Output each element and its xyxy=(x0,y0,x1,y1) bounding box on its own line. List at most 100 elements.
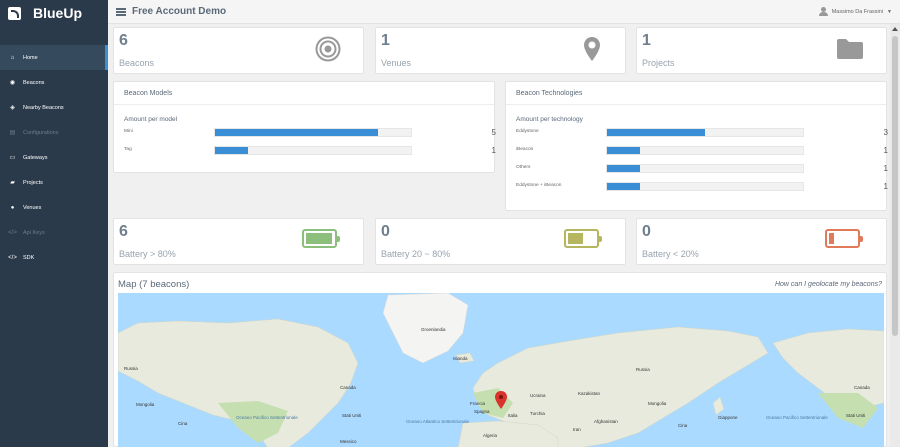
bar-fill xyxy=(215,129,379,136)
beacon-models-panel: Beacon Models Amount per model Mini 5 Tag 1 xyxy=(113,81,496,173)
bar-fill xyxy=(607,165,640,172)
beacon-models-title: Beacon Models xyxy=(124,90,173,97)
sidebar-item-label: Projects xyxy=(23,179,43,186)
sidebar-item-label: Api Keys xyxy=(23,229,45,236)
map-label-iceland: Islanda xyxy=(453,356,468,361)
beacons-stat-card[interactable]: 6 Beacons xyxy=(113,27,364,74)
map-label-canada-left: Canada xyxy=(340,385,356,390)
nearby-icon: ◈ xyxy=(10,105,15,111)
battery-high-label: Battery > 80% xyxy=(119,249,176,259)
sidebar-item-home[interactable]: ⌂ Home xyxy=(0,45,108,70)
bar-label: Eddystone + iBeacon xyxy=(516,183,562,188)
sidebar-item-gateways[interactable]: ▭ Gateways xyxy=(0,145,108,170)
config-icon: ▤ xyxy=(9,130,16,136)
map-label-kazakhstan: Kazakistan xyxy=(578,391,601,396)
map-label-russia-left: Russia xyxy=(124,366,138,371)
battery-full-icon xyxy=(302,229,340,248)
sdk-icon: </> xyxy=(8,254,17,261)
scroll-thumb[interactable] xyxy=(892,36,898,336)
brand-name: BlueUp xyxy=(33,5,82,21)
battery-low-card[interactable]: 0 Battery < 20% xyxy=(636,218,887,265)
sidebar-item-label: Home xyxy=(23,54,38,61)
world-map[interactable]: Groenlandia Islanda Canada Russia Mongol… xyxy=(118,293,884,447)
geolocate-help-link[interactable]: How can I geolocate my beacons? xyxy=(775,281,882,288)
beacons-label: Beacons xyxy=(119,58,155,68)
sidebar-item-label: Configurations xyxy=(23,129,59,136)
projects-stat-card[interactable]: 1 Projects xyxy=(636,27,887,74)
home-icon: ⌂ xyxy=(10,54,15,61)
map-label-japan: Giappone xyxy=(718,415,738,420)
bar-label: Tag xyxy=(124,147,132,152)
beacon-icon: ◉ xyxy=(9,80,16,86)
projects-count: 1 xyxy=(642,32,651,49)
bar-track xyxy=(606,146,804,155)
projects-label: Projects xyxy=(642,58,675,68)
bar-row: Eddystone 3 xyxy=(516,128,888,138)
battery-mid-label: Battery 20 ~ 80% xyxy=(381,249,451,259)
bar-fill xyxy=(607,147,640,154)
battery-low-label: Battery < 20% xyxy=(642,249,699,259)
battery-high-count: 6 xyxy=(119,223,128,240)
code-icon: </> xyxy=(8,229,17,236)
bar-track xyxy=(606,164,804,173)
bar-count: 3 xyxy=(883,128,888,137)
sidebar-item-configurations[interactable]: ▤ Configurations xyxy=(0,120,108,145)
sidebar-item-label: Gateways xyxy=(23,154,48,161)
bar-fill xyxy=(607,183,640,190)
map-panel: Map (7 beacons) How can I geolocate my b… xyxy=(113,272,887,447)
bar-track xyxy=(214,146,412,155)
battery-low-icon xyxy=(825,229,863,248)
beacon-technologies-panel: Beacon Technologies Amount per technolog… xyxy=(505,81,888,211)
sidebar-item-projects[interactable]: ▰ Projects xyxy=(0,170,108,195)
sidebar-item-sdk[interactable]: </> SDK xyxy=(0,245,108,270)
bar-fill xyxy=(215,147,248,154)
bar-count: 1 xyxy=(883,182,888,191)
map-label-canada-right: Canada xyxy=(854,385,870,390)
bar-row: iBeacon 1 xyxy=(516,146,888,156)
bar-label: Mini xyxy=(124,129,133,134)
sidebar-item-label: Beacons xyxy=(23,79,45,86)
map-label-algeria: Algeria xyxy=(483,433,498,438)
world-map-graphic: Groenlandia Islanda Canada Russia Mongol… xyxy=(118,293,884,447)
sidebar-item-venues[interactable]: ● Venues xyxy=(0,195,108,220)
map-label-pacific-left: Oceano Pacifico Settentrionale xyxy=(236,415,298,420)
map-label-iran: Iran xyxy=(573,427,581,432)
bar-label: iBeacon xyxy=(516,147,534,152)
sidebar-nav: ⌂ Home ◉ Beacons ◈ Nearby Beacons ▤ Configurati… xyxy=(0,45,108,270)
chevron-down-icon: ▼ xyxy=(887,8,892,15)
bar-track xyxy=(214,128,412,137)
bar-count: 1 xyxy=(883,164,888,173)
map-label-china: Cina xyxy=(178,421,188,426)
top-bar: Free Account Demo Massimo Da Frassini ▼ xyxy=(108,0,900,24)
map-label-atlantic: Oceano Atlantico Settentrionale xyxy=(406,419,470,424)
map-label-ukraine: Ucraina xyxy=(530,393,546,398)
battery-high-card[interactable]: 6 Battery > 80% xyxy=(113,218,364,265)
bar-row: Tag 1 xyxy=(124,146,496,156)
target-icon xyxy=(315,36,341,62)
map-label-china-right: Cina xyxy=(678,423,688,428)
gateway-icon: ▭ xyxy=(9,155,16,161)
sidebar-item-beacons[interactable]: ◉ Beacons xyxy=(0,70,108,95)
bar-label: Eddystone xyxy=(516,129,539,134)
bar-fill xyxy=(607,129,705,136)
bar-count: 1 xyxy=(491,146,496,155)
menu-toggle-icon[interactable] xyxy=(116,7,126,16)
bar-count: 5 xyxy=(491,128,496,137)
user-menu[interactable]: Massimo Da Frassini ▼ xyxy=(818,7,892,16)
scroll-up-icon[interactable] xyxy=(892,27,898,31)
brand[interactable]: BlueUp xyxy=(0,0,108,26)
beacon-technologies-title: Beacon Technologies xyxy=(516,90,583,97)
map-label-france: Francia xyxy=(470,401,486,406)
map-label-mexico: Messico xyxy=(340,439,357,444)
page-scrollbar[interactable] xyxy=(890,24,900,447)
pin-icon: ● xyxy=(10,204,15,211)
page-title: Free Account Demo xyxy=(132,6,227,17)
sidebar-item-api-keys[interactable]: </> Api Keys xyxy=(0,220,108,245)
map-label-spain: Spagna xyxy=(474,409,490,414)
sidebar-item-nearby-beacons[interactable]: ◈ Nearby Beacons xyxy=(0,95,108,120)
battery-mid-card[interactable]: 0 Battery 20 ~ 80% xyxy=(375,218,626,265)
blueup-logo-icon xyxy=(8,6,21,20)
venues-stat-card[interactable]: 1 Venues xyxy=(375,27,626,74)
map-pin-icon xyxy=(584,37,600,61)
map-label-russia-right: Russia xyxy=(636,367,650,372)
